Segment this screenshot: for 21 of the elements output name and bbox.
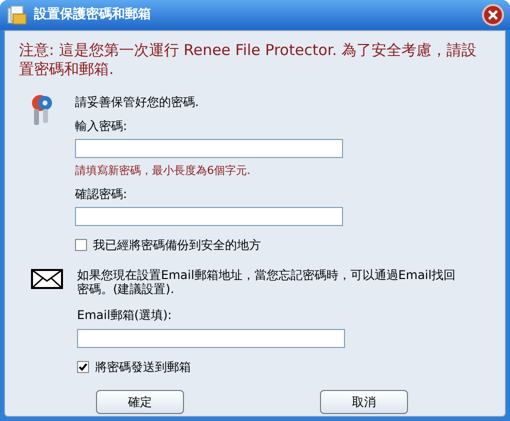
password-hint: 請填寫新密碼，最小長度為6個字元.	[75, 163, 252, 179]
password-intro: 請妥善保管好您的密碼.	[75, 94, 200, 111]
email-label: Email郵箱(選填):	[77, 306, 173, 324]
confirm-password-field[interactable]	[75, 206, 343, 226]
checkbox-label: 我已經將密碼備份到安全的地方	[93, 236, 261, 254]
folder-icon	[6, 4, 28, 26]
envelope-icon	[31, 268, 63, 288]
confirm-label: 確認密碼:	[75, 186, 128, 202]
ok-button[interactable]: 確定	[96, 390, 184, 414]
close-icon	[488, 10, 498, 20]
cancel-button[interactable]: 取消	[320, 390, 408, 414]
email-field[interactable]	[77, 328, 345, 348]
checkbox[interactable]	[77, 360, 89, 372]
checkbox-label: 將密碼發送到郵箱	[95, 358, 191, 376]
email-intro: 如果您現在設置Email郵箱地址，當您忘記密碼時，可以通過Email找回密碼。(建議設置).	[77, 268, 457, 296]
close-button[interactable]	[482, 4, 504, 26]
warning-message: 注意: 這是您第一次運行 Renee File Protector. 為了安全考慮，請設置密碼和郵箱.	[19, 41, 478, 79]
password-label: 輸入密碼:	[75, 118, 128, 135]
password-field[interactable]	[75, 139, 343, 158]
window-title: 設置保護密碼和郵箱	[34, 6, 151, 24]
checkbox[interactable]	[75, 238, 87, 250]
